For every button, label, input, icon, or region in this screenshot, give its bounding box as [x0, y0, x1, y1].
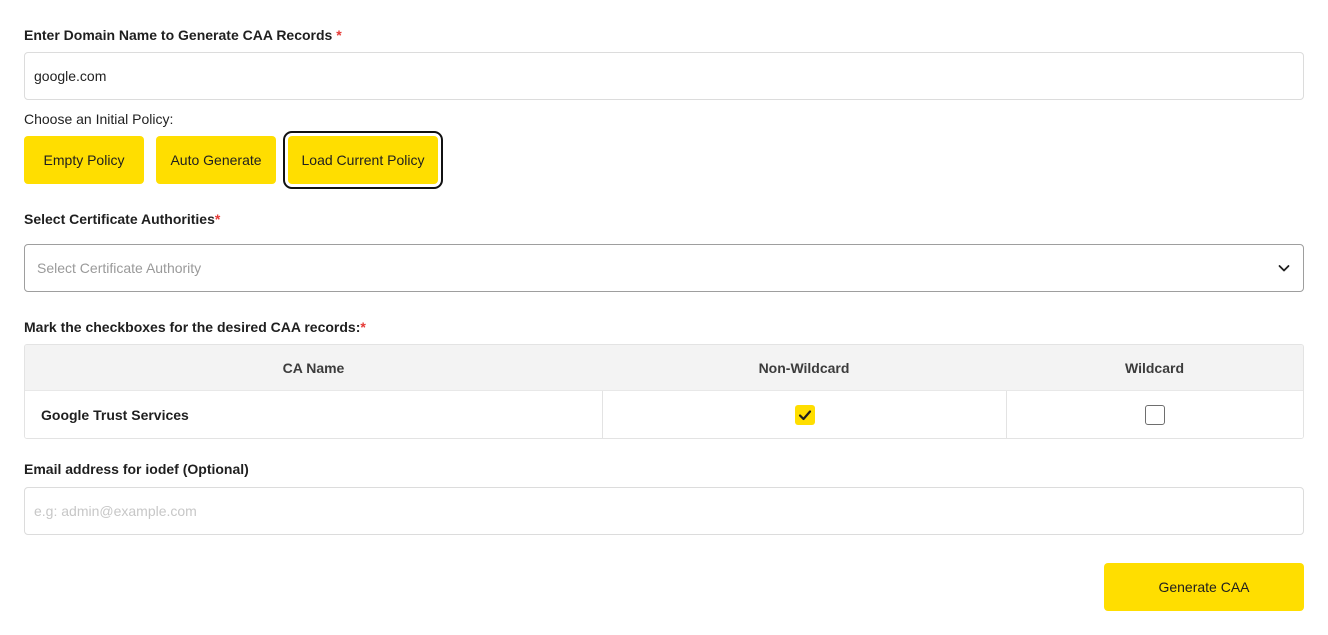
non-wildcard-cell [602, 391, 1006, 438]
auto-generate-button[interactable]: Auto Generate [156, 136, 276, 184]
required-mark: * [360, 319, 366, 335]
iodef-email-input[interactable] [24, 487, 1304, 535]
generate-caa-button[interactable]: Generate CAA [1104, 563, 1304, 611]
column-header-wildcard: Wildcard [1125, 359, 1184, 376]
records-label: Mark the checkboxes for the desired CAA … [24, 319, 366, 335]
policy-label: Choose an Initial Policy: [24, 111, 174, 127]
ca-name-cell: Google Trust Services [41, 406, 189, 423]
non-wildcard-checkbox[interactable] [794, 404, 815, 425]
ca-select-placeholder: Select Certificate Authority [37, 260, 202, 276]
ca-select-label: Select Certificate Authorities* [24, 211, 221, 227]
ca-select-dropdown[interactable]: Select Certificate Authority [24, 244, 1304, 292]
empty-policy-button[interactable]: Empty Policy [24, 136, 144, 184]
chevron-down-icon [1277, 261, 1291, 275]
load-current-policy-button[interactable]: Load Current Policy [283, 131, 443, 189]
iodef-label: Email address for iodef (Optional) [24, 461, 249, 477]
required-mark: * [214, 211, 221, 227]
domain-label: Enter Domain Name to Generate CAA Record… [24, 27, 342, 43]
table-row: Google Trust Services [25, 391, 1303, 438]
caa-records-table: CA Name Non-Wildcard Wildcard Google Tru… [24, 344, 1304, 439]
column-header-non-wildcard: Non-Wildcard [758, 359, 850, 376]
required-mark: * [336, 27, 342, 43]
wildcard-checkbox[interactable] [1145, 404, 1165, 425]
table-header: CA Name Non-Wildcard Wildcard [25, 345, 1303, 391]
domain-input[interactable] [24, 52, 1304, 100]
wildcard-cell [1006, 391, 1303, 438]
checkmark-icon [798, 409, 811, 420]
column-header-ca-name: CA Name [282, 359, 345, 376]
